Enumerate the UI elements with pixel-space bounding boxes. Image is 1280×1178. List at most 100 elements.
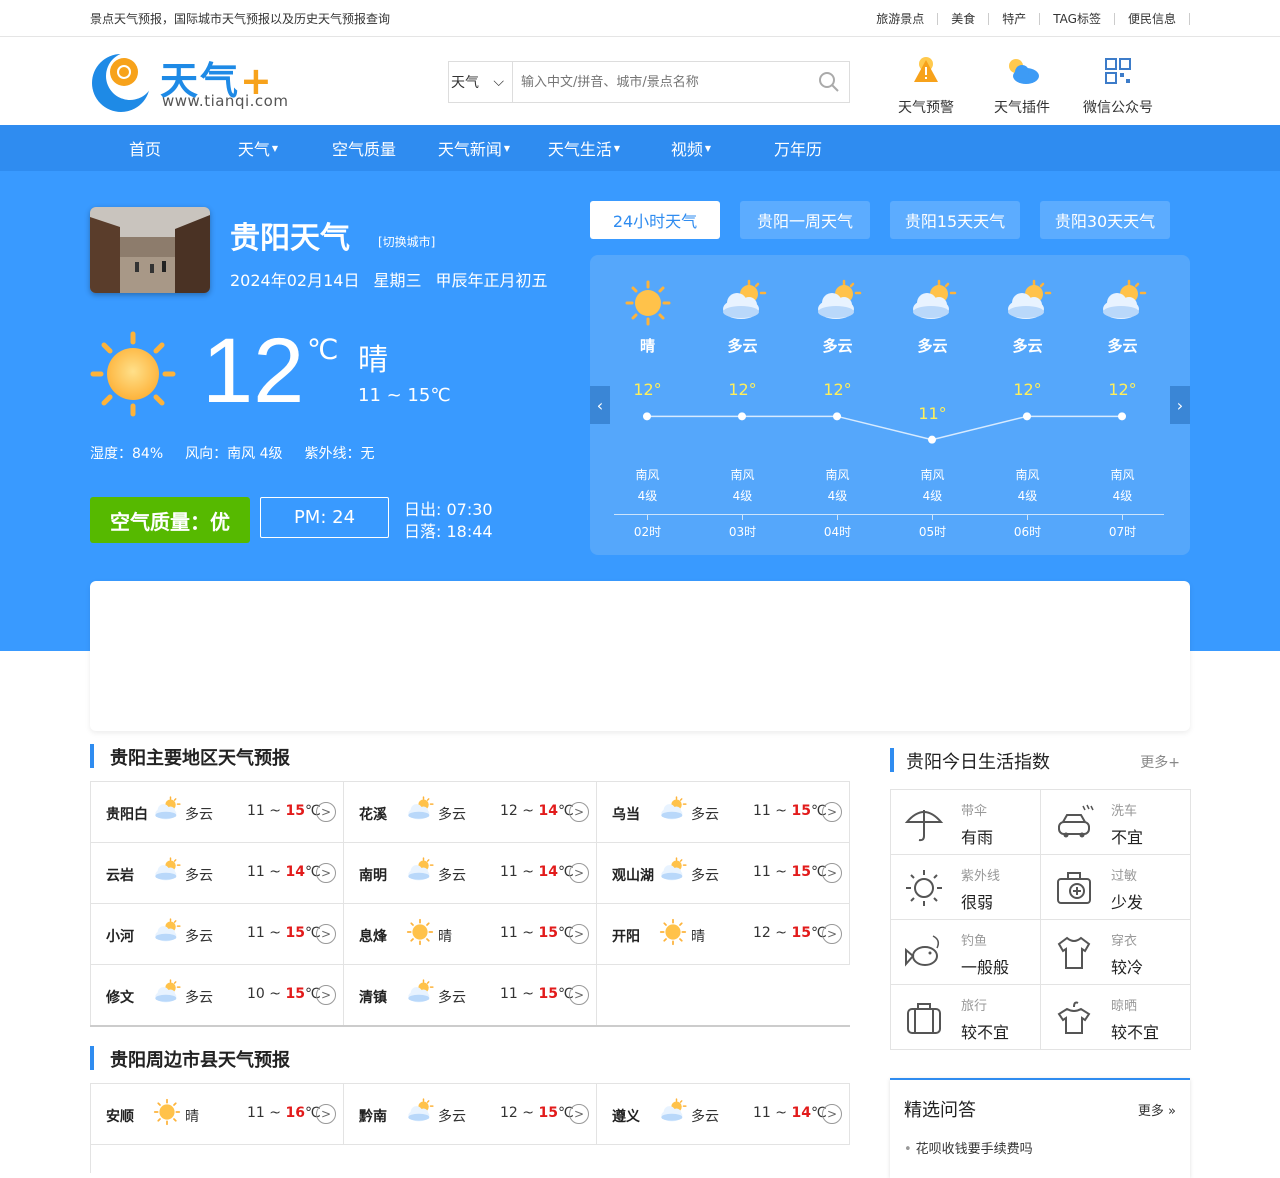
temperature-unit: ℃ — [307, 333, 339, 366]
axis-tick — [837, 514, 838, 520]
area-forecast-cell[interactable]: 息烽 晴 11 ~ 15℃ > — [344, 904, 597, 965]
chevron-right-icon[interactable]: > — [822, 802, 842, 822]
fishing-icon — [903, 932, 945, 974]
air-quality-badge[interactable]: 空气质量：优 — [90, 497, 250, 543]
cloudy-icon — [814, 279, 862, 323]
weather-alert-icon — [914, 57, 938, 82]
switch-city-link[interactable]: [切换城市] — [378, 233, 435, 250]
nav-air-quality[interactable]: 空气质量 — [316, 136, 412, 160]
qa-item[interactable]: 花呗收钱要手续费吗 — [904, 1138, 1033, 1157]
cloudy-icon — [659, 796, 687, 824]
top-link-tags[interactable]: TAG标签 — [1040, 10, 1114, 27]
life-index-item[interactable]: 钓鱼 一般般 — [891, 920, 1041, 985]
pm-value: PM: 24 — [260, 497, 389, 538]
area-name: 南明 — [359, 868, 387, 884]
chevron-right-icon[interactable]: > — [316, 802, 336, 822]
nav-video[interactable]: 视频 ▼ — [632, 136, 750, 160]
life-index-item[interactable]: 晾晒 较不宜 — [1041, 985, 1191, 1050]
hour-label: 07时 — [1108, 525, 1137, 539]
nav-weather[interactable]: 天气 ▼ — [200, 136, 316, 160]
qa-more-link[interactable]: 更多 » — [1138, 1100, 1176, 1119]
nav-home[interactable]: 首页 — [90, 136, 200, 160]
life-index-label: 紫外线 — [961, 869, 1001, 884]
area-forecast-cell[interactable]: 遵义 多云 11 ~ 14℃ > — [597, 1084, 850, 1145]
chevron-right-icon[interactable]: > — [822, 1104, 842, 1124]
divider — [90, 1025, 850, 1027]
chevron-right-icon[interactable]: > — [569, 985, 589, 1005]
search-input[interactable] — [513, 62, 809, 102]
tab-24h[interactable]: 24小时天气 — [590, 201, 720, 239]
nav-weather-life[interactable]: 天气生活 ▼ — [536, 136, 632, 160]
site-logo[interactable]: 天气+ www.tianqi.com — [90, 48, 290, 112]
hour-label: 04时 — [823, 525, 852, 539]
chevron-right-icon[interactable]: > — [569, 802, 589, 822]
top-link-scenic[interactable]: 旅游景点 — [863, 10, 937, 27]
area-weather: 多云 — [185, 868, 213, 884]
axis-tick — [932, 514, 933, 520]
wechat-account-link[interactable]: 微信公众号 — [1070, 51, 1166, 117]
life-index-value: 一般般 — [961, 958, 1010, 977]
area-name: 乌当 — [612, 807, 640, 823]
life-more-link[interactable]: 更多+ — [1140, 752, 1180, 772]
area-forecast-cell[interactable]: 小河 多云 11 ~ 15℃ > — [91, 904, 344, 965]
chevron-down-icon: ⌵ — [493, 74, 504, 90]
life-index-label: 穿衣 — [1111, 934, 1138, 949]
drying-icon — [1053, 997, 1095, 1039]
area-forecast-cell[interactable]: 开阳 晴 12 ~ 15℃ > — [597, 904, 850, 965]
search-type-select[interactable]: 天气 ⌵ — [449, 62, 513, 102]
area-weather: 晴 — [438, 929, 452, 945]
tab-30day[interactable]: 贵阳30天天气 — [1040, 201, 1170, 239]
chevron-right-icon[interactable]: > — [316, 985, 336, 1005]
area-forecast-cell[interactable]: 贵阳白 多云 11 ~ 15℃ > — [91, 782, 344, 843]
area-temperature: 11 ~ 14℃ — [753, 1105, 827, 1121]
life-index-item[interactable]: 洗车 不宜 — [1041, 790, 1191, 855]
top-link-services[interactable]: 便民信息 — [1115, 10, 1189, 27]
top-link-specialty[interactable]: 特产 — [989, 10, 1039, 27]
life-index-label: 过敏 — [1111, 869, 1138, 884]
area-name: 修文 — [106, 990, 134, 1006]
life-index-item[interactable]: 带伞 有雨 — [891, 790, 1041, 855]
chevron-right-icon[interactable]: > — [569, 863, 589, 883]
area-temperature: 11 ~ 15℃ — [247, 925, 321, 941]
life-index-item[interactable]: 紫外线 很弱 — [891, 855, 1041, 920]
chevron-right-icon[interactable]: > — [569, 924, 589, 944]
area-name: 黔南 — [359, 1109, 387, 1125]
chevron-right-icon[interactable]: > — [316, 924, 336, 944]
sun-icon — [90, 331, 176, 417]
area-forecast-cell[interactable]: 黔南 多云 12 ~ 15℃ > — [344, 1084, 597, 1145]
tab-week[interactable]: 贵阳一周天气 — [740, 201, 870, 239]
area-forecast-cell[interactable]: 南明 多云 11 ~ 14℃ > — [344, 843, 597, 904]
chevron-right-icon[interactable]: > — [316, 1104, 336, 1124]
area-forecast-cell[interactable]: 云岩 多云 11 ~ 14℃ > — [91, 843, 344, 904]
search-button[interactable] — [809, 62, 849, 102]
weather-plugin-link[interactable]: 天气插件 — [974, 51, 1070, 117]
top-link-food[interactable]: 美食 — [938, 10, 988, 27]
chevron-right-icon[interactable]: > — [822, 863, 842, 883]
weather-alert-link[interactable]: 天气预警 — [878, 51, 974, 117]
main-nav: 首页 天气 ▼ 空气质量 天气新闻 ▼ 天气生活 ▼ 视频 ▼ 万年历 — [0, 125, 1280, 171]
life-index-item[interactable]: 旅行 较不宜 — [891, 985, 1041, 1050]
suitcase-icon — [903, 997, 945, 1039]
area-forecast-cell[interactable]: 修文 多云 10 ~ 15℃ > — [91, 965, 344, 1026]
area-forecast-cell[interactable]: 花溪 多云 12 ~ 14℃ > — [344, 782, 597, 843]
area-forecast-cell[interactable]: 安顺 晴 11 ~ 16℃ > — [91, 1084, 344, 1145]
chevron-right-icon[interactable]: > — [822, 924, 842, 944]
life-index-item[interactable]: 穿衣 较冷 — [1041, 920, 1191, 985]
area-temperature: 11 ~ 16℃ — [247, 1105, 321, 1121]
area-forecast-cell[interactable]: 清镇 多云 11 ~ 15℃ > — [344, 965, 597, 1026]
chevron-right-icon[interactable]: > — [316, 863, 336, 883]
tab-15day[interactable]: 贵阳15天天气 — [890, 201, 1020, 239]
allergy-icon — [1053, 867, 1095, 909]
hour-weather: 多云 — [917, 337, 948, 355]
chevron-right-icon[interactable]: > — [569, 1104, 589, 1124]
area-forecast-cell[interactable]: 观山湖 多云 11 ~ 15℃ > — [597, 843, 850, 904]
city-name: 贵阳天气 — [230, 221, 350, 256]
nav-weather-news[interactable]: 天气新闻 ▼ — [412, 136, 536, 160]
life-index-item[interactable]: 过敏 少发 — [1041, 855, 1191, 920]
cloudy-icon — [153, 979, 181, 1007]
area-forecast-cell[interactable]: 乌当 多云 11 ~ 15℃ > — [597, 782, 850, 843]
nav-calendar[interactable]: 万年历 — [750, 136, 846, 160]
area-weather: 晴 — [185, 1109, 199, 1125]
hour-label: 06时 — [1013, 525, 1042, 539]
area-weather: 多云 — [185, 807, 213, 823]
